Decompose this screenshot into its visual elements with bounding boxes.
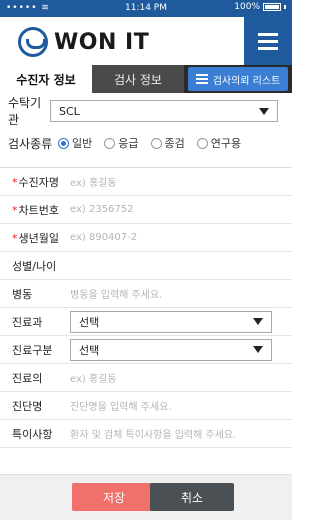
radio-icon (104, 137, 116, 149)
patient-name-label: 수진자명 (18, 175, 59, 189)
radio-emergency[interactable]: 응급 (104, 135, 139, 151)
tab-bar: 수진자 정보 검사 정보 검사의뢰 리스트 (0, 65, 292, 93)
patient-form: *수진자명 ex) 홍길동 *차트번호 ex) 2356752 *생년월일 ex… (0, 167, 292, 448)
footer-bar: 저장 취소 (0, 474, 292, 520)
care-type-value: 선택 (79, 343, 100, 357)
battery-percent: 100% (234, 2, 260, 12)
form-row-ward: 병동 병동을 입력해 주세요. (0, 280, 292, 308)
radio-icon (196, 137, 208, 149)
radio-icon (150, 137, 162, 149)
battery-indicator: 100% (234, 2, 286, 12)
form-row-doctor: 진료의 ex) 홍길동 (0, 364, 292, 392)
ward-input[interactable]: 병동을 입력해 주세요. (66, 286, 292, 301)
department-label: 진료과 (12, 315, 43, 329)
ward-label: 병동 (12, 287, 33, 301)
tab-test-info[interactable]: 검사 정보 (92, 65, 184, 93)
notes-label: 특이사항 (12, 427, 53, 441)
form-row-diagnosis: 진단명 진단명을 입력해 주세요. (0, 392, 292, 420)
app-header: WON IT (0, 17, 292, 65)
sex-age-label: 성별/나이 (12, 259, 57, 273)
dropdown-arrow-icon (259, 107, 269, 115)
battery-icon (263, 3, 281, 11)
form-row-notes: 특이사항 환자 및 검체 특이사항을 입력해 주세요. (0, 420, 292, 448)
logo-icon (18, 27, 48, 57)
department-select[interactable]: 선택 (70, 310, 272, 333)
list-icon (195, 74, 208, 84)
doctor-label: 진료의 (12, 371, 43, 385)
dropdown-arrow-icon (253, 318, 263, 325)
radio-general[interactable]: 일반 (58, 135, 92, 151)
chart-number-label: 차트번호 (18, 203, 59, 217)
request-list-label: 검사의뢰 리스트 (212, 75, 281, 87)
diagnosis-input[interactable]: 진단명을 입력해 주세요. (66, 398, 292, 413)
institution-value: SCL (59, 104, 80, 118)
logo-text: WON IT (54, 29, 150, 55)
hamburger-menu-button[interactable] (244, 17, 292, 65)
logo: WON IT (18, 27, 149, 57)
dropdown-arrow-icon (253, 346, 263, 353)
notes-input[interactable]: 환자 및 검체 특이사항을 입력해 주세요. (66, 426, 292, 441)
save-button[interactable]: 저장 (72, 483, 156, 511)
tab-patient-info[interactable]: 수진자 정보 (0, 65, 92, 93)
request-list-button[interactable]: 검사의뢰 리스트 (188, 67, 288, 91)
birth-date-input[interactable]: ex) 890407-2 (66, 232, 292, 243)
radio-research[interactable]: 연구용 (196, 135, 241, 151)
radio-checkup[interactable]: 종검 (150, 135, 185, 151)
birth-date-label: 생년월일 (18, 231, 59, 245)
hamburger-icon (258, 32, 278, 36)
test-type-row: 검사종류 일반 응급 종검 연구용 (0, 134, 292, 152)
care-type-label: 진료구분 (12, 343, 53, 357)
form-row-chart-number: *차트번호 ex) 2356752 (0, 196, 292, 224)
status-bar: ••••• ≋ 11:14 PM 100% (0, 0, 292, 17)
department-value: 선택 (79, 315, 100, 329)
form-row-sex-age: 성별/나이 (0, 252, 292, 280)
radio-selected-icon (58, 137, 69, 149)
patient-name-input[interactable]: ex) 홍길동 (66, 174, 292, 189)
form-row-birth-date: *생년월일 ex) 890407-2 (0, 224, 292, 252)
chart-number-input[interactable]: ex) 2356752 (66, 204, 292, 215)
form-row-department: 진료과 선택 (0, 308, 292, 336)
diagnosis-label: 진단명 (12, 399, 43, 413)
cancel-button[interactable]: 취소 (150, 483, 234, 511)
test-type-label: 검사종류 (8, 136, 53, 151)
care-type-select[interactable]: 선택 (70, 338, 272, 361)
institution-select[interactable]: SCL (50, 100, 278, 122)
institution-label: 수탁기관 (8, 96, 42, 127)
institution-row: 수탁기관 SCL (0, 96, 292, 127)
doctor-input[interactable]: ex) 홍길동 (66, 370, 292, 385)
form-row-care-type: 진료구분 선택 (0, 336, 292, 364)
form-row-patient-name: *수진자명 ex) 홍길동 (0, 168, 292, 196)
